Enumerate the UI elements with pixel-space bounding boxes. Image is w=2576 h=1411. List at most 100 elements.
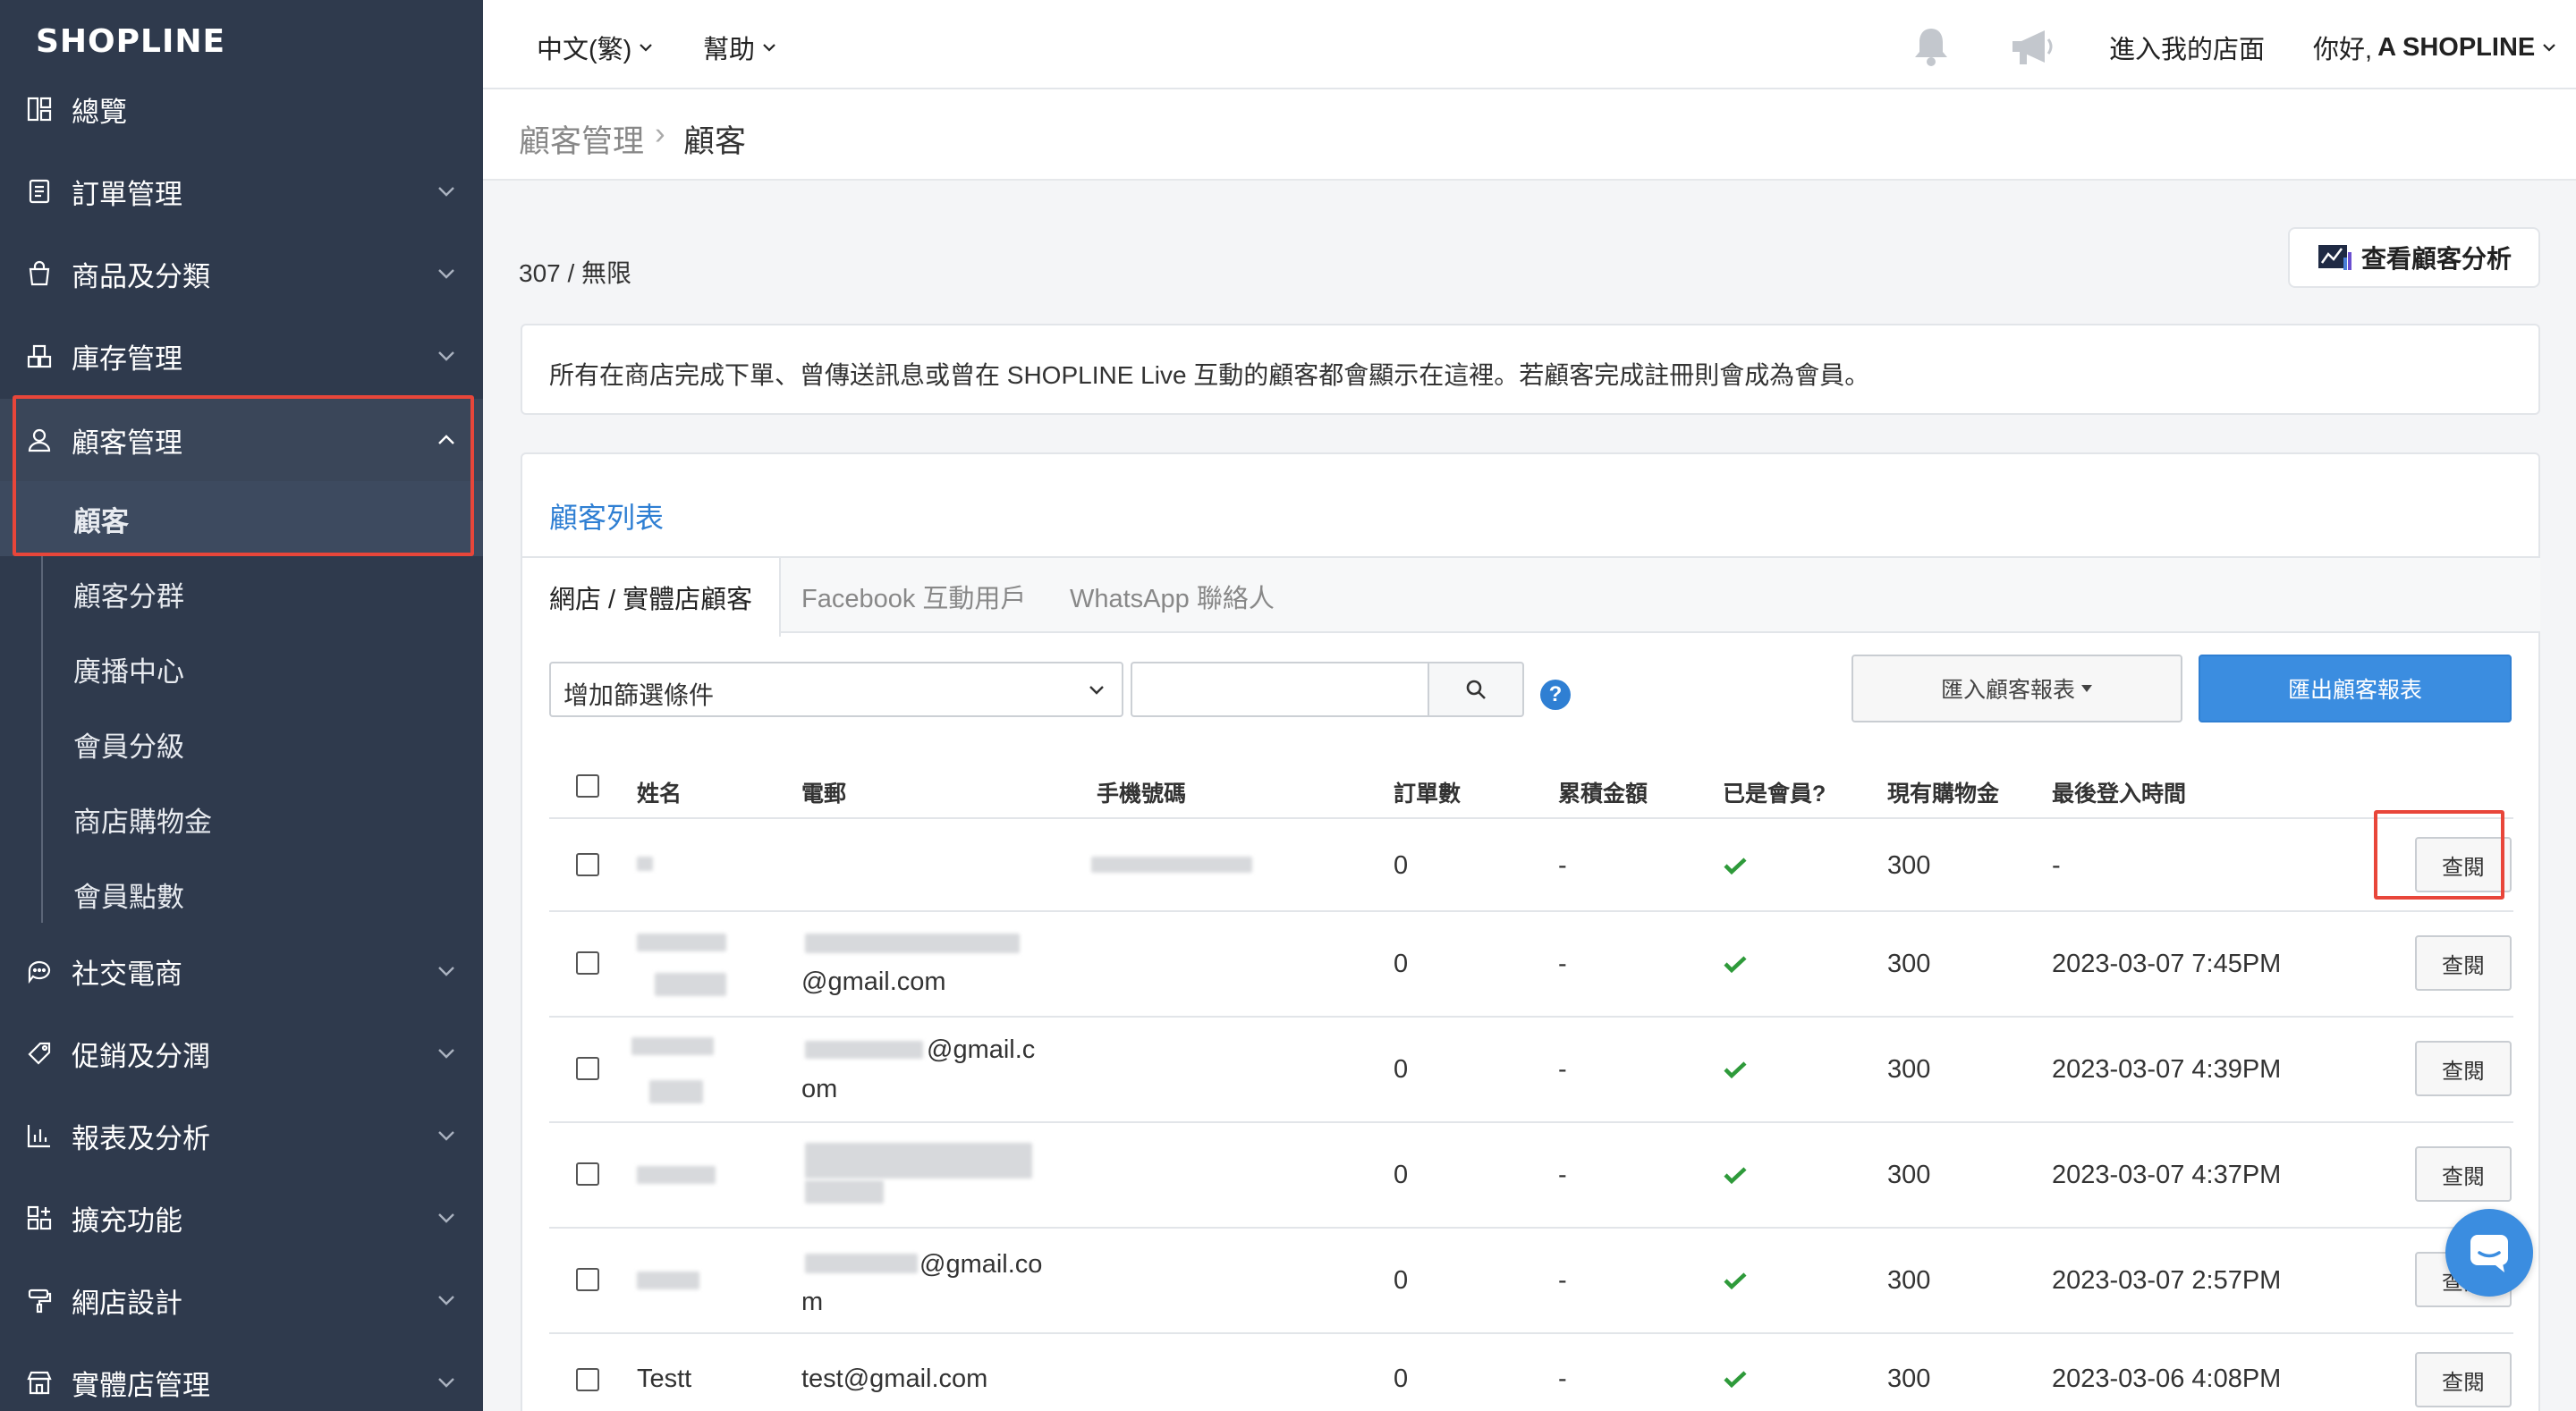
filter-select[interactable]: 增加篩選條件 <box>549 662 1123 717</box>
column-header-member: 已是會員? <box>1723 782 1826 807</box>
redacted-email <box>805 1143 1032 1179</box>
breadcrumb: 顧客管理 › 顧客 <box>483 89 2576 181</box>
accumulated-amount: - <box>1558 1365 1567 1393</box>
orders-count: 0 <box>1394 851 1409 880</box>
analysis-button-label: 查看顧客分析 <box>2360 245 2512 273</box>
row-checkbox[interactable] <box>576 1162 599 1186</box>
user-icon <box>25 426 54 454</box>
orders-count: 0 <box>1394 1055 1409 1084</box>
row-checkbox[interactable] <box>576 1368 599 1391</box>
card-title: 顧客列表 <box>549 502 665 534</box>
sidebar-subitem-member-points[interactable]: 會員點數 <box>0 857 483 932</box>
search-icon <box>1466 680 1486 699</box>
export-customers-button[interactable]: 匯出顧客報表 <box>2199 655 2512 722</box>
view-button[interactable]: 查閱 <box>2415 837 2512 892</box>
order-icon <box>25 177 54 206</box>
search-input[interactable] <box>1131 662 1429 717</box>
sidebar-subitem-membership-tiers[interactable]: 會員分級 <box>0 706 483 782</box>
analytics-icon <box>2318 245 2351 270</box>
sidebar-item-inventory[interactable]: 庫存管理 <box>0 315 483 397</box>
orders-count: 0 <box>1394 1365 1409 1393</box>
column-header-orders: 訂單數 <box>1394 782 1462 807</box>
table-row: Testt test@gmail.com 0 - 300 2023-03-06 … <box>549 1334 2513 1411</box>
live-chat-button[interactable] <box>2445 1209 2533 1297</box>
chat-icon <box>2470 1235 2508 1272</box>
view-button[interactable]: 查閱 <box>2415 935 2512 991</box>
search-button[interactable] <box>1428 662 1524 717</box>
language-menu[interactable]: 中文(繁) <box>537 29 655 66</box>
sidebar-item-social-commerce[interactable]: 社交電商 <box>0 930 483 1012</box>
sidebar-item-promotions[interactable]: 促銷及分潤 <box>0 1012 483 1094</box>
sidebar-item-orders[interactable]: 訂單管理 <box>0 150 483 232</box>
row-checkbox[interactable] <box>576 1057 599 1080</box>
chevron-down-icon <box>438 1213 454 1223</box>
account-name: A SHOPLINE <box>2377 32 2536 62</box>
megaphone-icon[interactable] <box>2009 27 2057 68</box>
view-button[interactable]: 查閱 <box>2415 1146 2512 1202</box>
chevron-down-icon <box>438 1378 454 1388</box>
sidebar-item-retail-store[interactable]: 實體店管理 <box>0 1341 483 1411</box>
info-notice: 所有在商店完成下單、曾傳送訊息或曾在 SHOPLINE Live 互動的顧客都會… <box>521 324 2540 415</box>
chevron-down-icon <box>438 269 454 279</box>
breadcrumb-separator: › <box>655 116 665 151</box>
import-customers-button[interactable]: 匯入顧客報表 <box>1852 655 2182 722</box>
tab-facebook[interactable]: Facebook 互動用戶 <box>775 558 1053 635</box>
sidebar-subitem-customers[interactable]: 顧客 <box>0 481 483 556</box>
column-header-last-login: 最後登入時間 <box>2052 782 2187 807</box>
sidebar-subitem-broadcast[interactable]: 廣播中心 <box>0 631 483 706</box>
last-login: 2023-03-07 2:57PM <box>2052 1266 2282 1295</box>
tab-whatsapp[interactable]: WhatsApp 聯絡人 <box>1043 558 1301 635</box>
customer-name: Testt <box>637 1365 692 1393</box>
enter-store-link[interactable]: 進入我的店面 <box>2109 29 2265 66</box>
tab-online-retail[interactable]: 網店 / 實體店顧客 <box>522 558 782 637</box>
view-button[interactable]: 查閱 <box>2415 1041 2512 1096</box>
sidebar-item-label: 網店設計 <box>72 1287 182 1319</box>
column-header-credit: 現有購物金 <box>1887 782 2000 807</box>
breadcrumb-parent[interactable]: 顧客管理 <box>519 116 644 162</box>
language-label: 中文(繁) <box>537 36 632 64</box>
sidebar-subitem-label: 會員點數 <box>73 881 184 913</box>
last-login: - <box>2052 851 2061 880</box>
sidebar-item-extensions[interactable]: 擴充功能 <box>0 1177 483 1259</box>
help-icon[interactable]: ? <box>1540 680 1571 710</box>
account-menu[interactable]: 你好, A SHOPLINE <box>2313 29 2558 66</box>
table-header: 姓名 電郵 手機號碼 訂單數 累積金額 已是會員? 現有購物金 最後登入時間 <box>549 753 2513 819</box>
table-row: 0 - 300 2023-03-07 4:37PM 查閱 <box>549 1123 2513 1229</box>
sidebar-item-label: 促銷及分潤 <box>72 1040 210 1072</box>
chevron-down-icon <box>438 187 454 197</box>
shopline-logo[interactable]: SHOPLINE <box>36 23 225 60</box>
row-checkbox[interactable] <box>576 1268 599 1291</box>
sidebar-item-label: 總覽 <box>72 96 127 128</box>
sidebar-item-overview[interactable]: 總覽 <box>0 68 483 150</box>
sidebar-subitem-label: 顧客 <box>73 505 129 537</box>
sidebar-item-customers[interactable]: 顧客管理 <box>0 399 483 481</box>
view-customer-analysis-button[interactable]: 查看顧客分析 <box>2288 227 2540 288</box>
sidebar-subitem-store-credit[interactable]: 商店購物金 <box>0 782 483 857</box>
sidebar-item-store-design[interactable]: 網店設計 <box>0 1259 483 1341</box>
import-button-label: 匯入顧客報表 <box>1940 678 2075 703</box>
breadcrumb-current: 顧客 <box>683 124 747 159</box>
sidebar-item-label: 社交電商 <box>72 958 182 990</box>
select-all-checkbox[interactable] <box>576 774 599 798</box>
sidebar: SHOPLINE 總覽 訂單管理 商品及分類 庫存管理 顧客管理 顧客 顧客分群… <box>0 0 483 1411</box>
row-checkbox[interactable] <box>576 951 599 975</box>
row-checkbox[interactable] <box>576 853 599 876</box>
store-credit: 300 <box>1887 1266 1931 1295</box>
bell-icon[interactable] <box>1911 25 1952 68</box>
sidebar-item-reports[interactable]: 報表及分析 <box>0 1094 483 1177</box>
view-button[interactable]: 查閱 <box>2415 1352 2512 1407</box>
help-menu[interactable]: 幫助 <box>703 29 778 66</box>
redacted-name <box>649 1080 703 1103</box>
sidebar-item-label: 商品及分類 <box>72 260 210 292</box>
chart-icon <box>25 1121 54 1150</box>
last-login: 2023-03-06 4:08PM <box>2052 1365 2282 1393</box>
email-fragment: @gmail.c <box>927 1035 1036 1064</box>
sidebar-subitem-segments[interactable]: 顧客分群 <box>0 556 483 631</box>
column-header-name: 姓名 <box>637 782 682 807</box>
redacted-name <box>637 857 653 871</box>
sidebar-item-label: 訂單管理 <box>72 178 182 210</box>
sidebar-item-products[interactable]: 商品及分類 <box>0 232 483 315</box>
column-header-phone: 手機號碼 <box>1097 782 1187 807</box>
sidebar-item-label: 庫存管理 <box>72 342 182 375</box>
chevron-down-icon <box>763 44 775 52</box>
